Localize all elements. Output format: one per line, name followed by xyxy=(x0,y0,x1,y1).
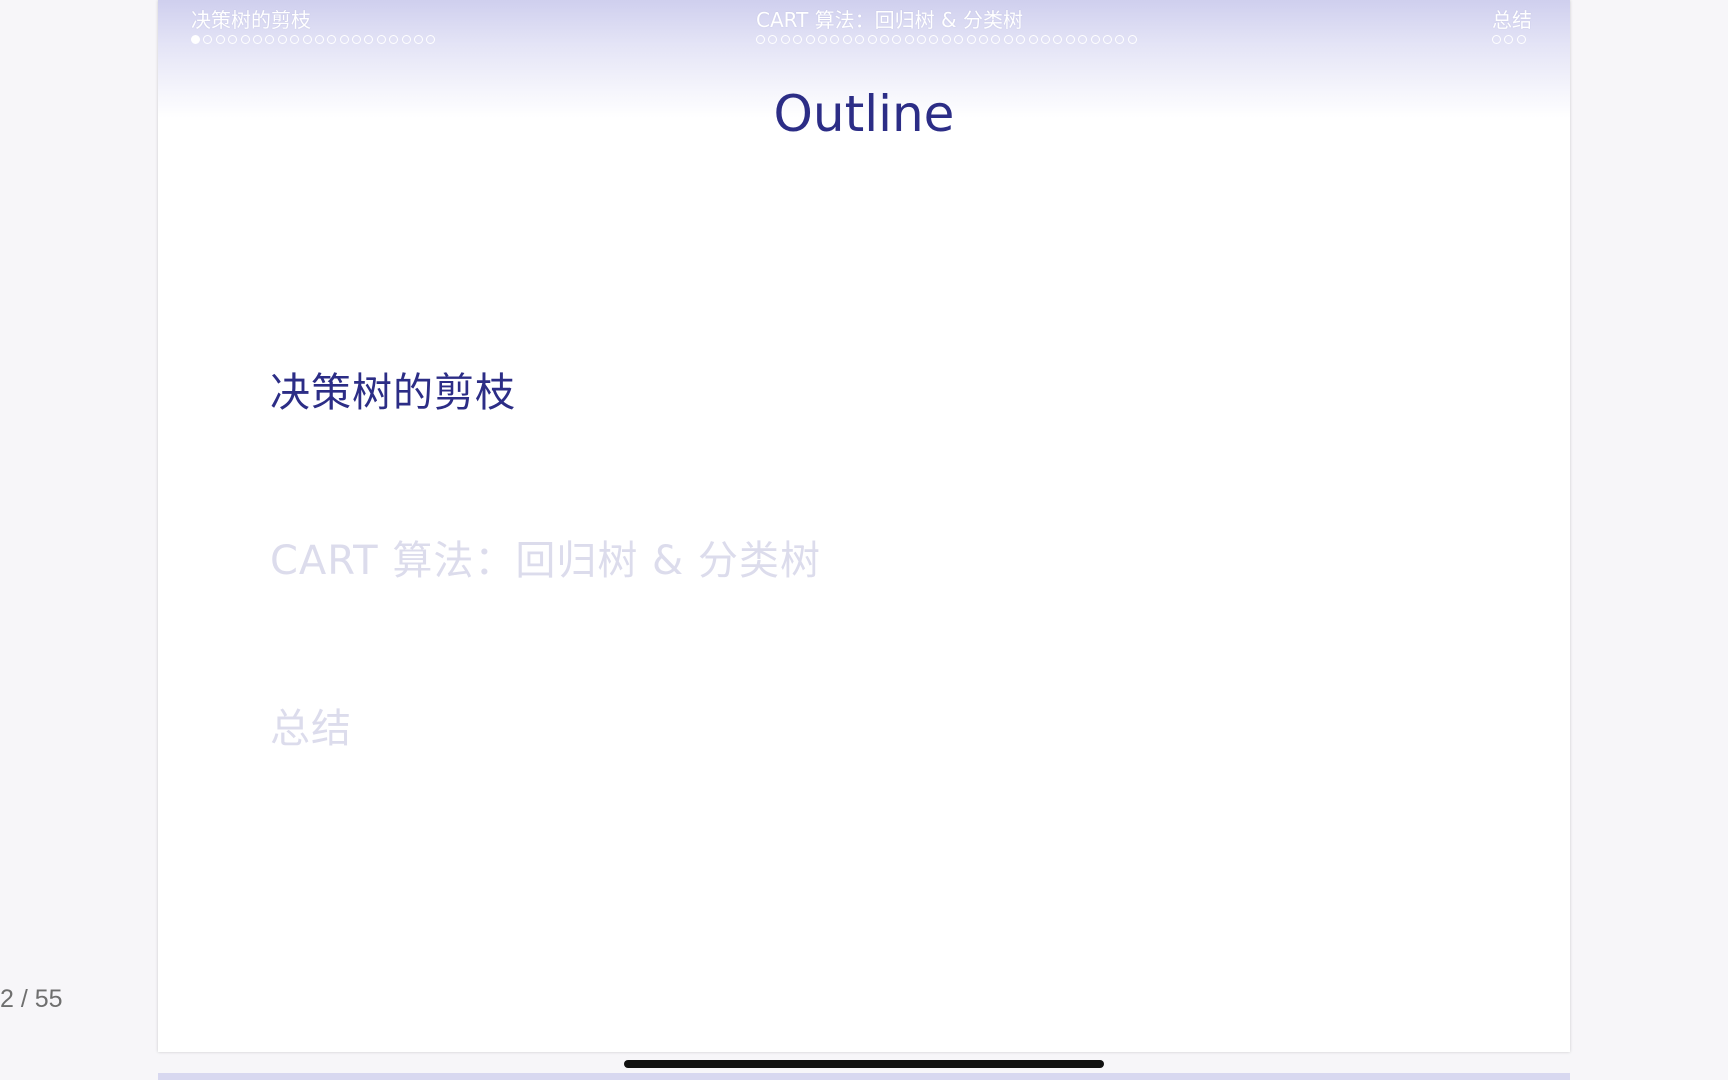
nav-frame-dot[interactable] xyxy=(327,35,337,44)
nav-frame-dot[interactable] xyxy=(929,35,939,44)
nav-frame-dot[interactable] xyxy=(917,35,927,44)
nav-frame-dot[interactable] xyxy=(314,35,324,44)
nav-frame-dot[interactable] xyxy=(1090,35,1100,44)
nav-frame-dot[interactable] xyxy=(191,35,200,44)
nav-frame-dot[interactable] xyxy=(1115,35,1125,44)
nav-frame-dot[interactable] xyxy=(426,35,436,44)
next-slide-edge xyxy=(158,1073,1570,1080)
nav-frame-dot[interactable] xyxy=(1003,35,1013,44)
nav-section-title[interactable]: 总结 xyxy=(1492,6,1532,34)
nav-frame-dot[interactable] xyxy=(1078,35,1088,44)
nav-frame-dot[interactable] xyxy=(1053,35,1063,44)
nav-frame-dot[interactable] xyxy=(830,35,840,44)
nav-frame-dot[interactable] xyxy=(1016,35,1026,44)
nav-section-dots xyxy=(191,35,436,44)
nav-frame-dot[interactable] xyxy=(203,35,213,44)
page-counter: 2 / 55 xyxy=(0,985,63,1013)
nav-frame-dot[interactable] xyxy=(1065,35,1075,44)
frame-title: Outline xyxy=(773,85,955,143)
nav-frame-dot[interactable] xyxy=(780,35,790,44)
nav-frame-dot[interactable] xyxy=(1127,35,1137,44)
nav-frame-dot[interactable] xyxy=(339,35,349,44)
nav-frame-dot[interactable] xyxy=(991,35,1001,44)
nav-frame-dot[interactable] xyxy=(805,35,815,44)
nav-frame-dot[interactable] xyxy=(954,35,964,44)
nav-frame-dot[interactable] xyxy=(240,35,250,44)
nav-frame-dot[interactable] xyxy=(879,35,889,44)
nav-frame-dot[interactable] xyxy=(817,35,827,44)
nav-frame-dot[interactable] xyxy=(265,35,275,44)
nav-frame-dot[interactable] xyxy=(904,35,914,44)
nav-frame-dot[interactable] xyxy=(1492,35,1501,44)
nav-frame-dot[interactable] xyxy=(966,35,976,44)
nav-frame-dot[interactable] xyxy=(1516,35,1526,44)
nav-frame-dot[interactable] xyxy=(376,35,386,44)
home-indicator[interactable] xyxy=(624,1060,1104,1068)
nav-section-pruning[interactable]: 决策树的剪枝 xyxy=(191,6,436,44)
nav-frame-dot[interactable] xyxy=(352,35,362,44)
nav-section-cart[interactable]: CART 算法：回归树 & 分类树 xyxy=(756,6,1137,44)
toc-item-cart[interactable]: CART 算法：回归树 & 分类树 xyxy=(270,536,821,586)
toc-item-pruning[interactable]: 决策树的剪枝 xyxy=(270,368,516,418)
nav-section-dots xyxy=(756,35,1137,44)
slide: 决策树的剪枝 CART 算法：回归树 & 分类树 总结 Outline 决策树的… xyxy=(158,0,1570,1052)
nav-frame-dot[interactable] xyxy=(979,35,989,44)
nav-frame-dot[interactable] xyxy=(252,35,262,44)
nav-frame-dot[interactable] xyxy=(1504,35,1514,44)
nav-frame-dot[interactable] xyxy=(1040,35,1050,44)
nav-frame-dot[interactable] xyxy=(855,35,865,44)
nav-frame-dot[interactable] xyxy=(793,35,803,44)
nav-frame-dot[interactable] xyxy=(302,35,312,44)
nav-frame-dot[interactable] xyxy=(1102,35,1112,44)
nav-frame-dot[interactable] xyxy=(414,35,424,44)
nav-frame-dot[interactable] xyxy=(768,35,778,44)
nav-frame-dot[interactable] xyxy=(842,35,852,44)
nav-frame-dot[interactable] xyxy=(277,35,287,44)
nav-frame-dot[interactable] xyxy=(892,35,902,44)
nav-frame-dot[interactable] xyxy=(389,35,399,44)
nav-frame-dot[interactable] xyxy=(941,35,951,44)
nav-section-summary[interactable]: 总结 xyxy=(1492,6,1532,44)
toc-item-summary[interactable]: 总结 xyxy=(270,704,352,754)
nav-frame-dot[interactable] xyxy=(228,35,238,44)
nav-frame-dot[interactable] xyxy=(364,35,374,44)
nav-frame-dot[interactable] xyxy=(756,35,765,44)
nav-frame-dot[interactable] xyxy=(401,35,411,44)
nav-frame-dot[interactable] xyxy=(1028,35,1038,44)
nav-section-title[interactable]: CART 算法：回归树 & 分类树 xyxy=(756,6,1137,34)
nav-section-title[interactable]: 决策树的剪枝 xyxy=(191,6,435,34)
nav-frame-dot[interactable] xyxy=(867,35,877,44)
nav-frame-dot[interactable] xyxy=(290,35,300,44)
nav-section-dots xyxy=(1492,35,1532,44)
nav-frame-dot[interactable] xyxy=(215,35,225,44)
